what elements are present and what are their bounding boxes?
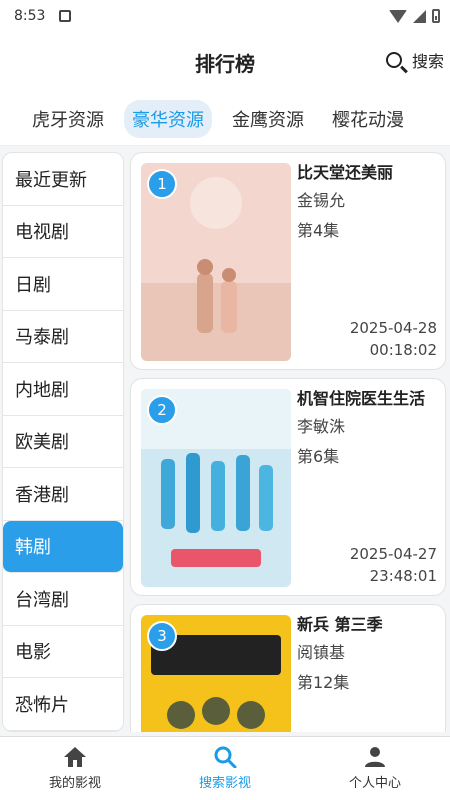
app-header: 排行榜 搜索 xyxy=(0,32,450,92)
search-icon xyxy=(385,52,402,68)
home-icon xyxy=(64,747,86,767)
rank-badge: 1 xyxy=(147,169,177,199)
sidebar-item-taiwan[interactable]: 台湾剧 xyxy=(3,573,123,626)
ranking-list: 1 比天堂还美丽 金锡允 第4集 2025-04-28 00:18:02 2 机… xyxy=(130,152,448,732)
item-episode: 第4集 xyxy=(297,221,340,240)
poster-image: 2 xyxy=(141,389,291,587)
poster-image: 3 xyxy=(141,615,291,732)
item-time: 00:18:02 xyxy=(369,341,437,359)
sidebar-item-recent[interactable]: 最近更新 xyxy=(3,153,123,206)
sidebar-item-horror[interactable]: 恐怖片 xyxy=(3,678,123,731)
item-date: 2025-04-28 xyxy=(349,319,437,337)
tab-source-2[interactable]: 豪华资源 xyxy=(124,99,212,138)
nav-search[interactable]: 搜索影视 xyxy=(150,737,300,800)
item-episode: 第12集 xyxy=(297,673,350,692)
item-actor: 阅镇基 xyxy=(297,643,346,662)
sidebar-item-thai[interactable]: 马泰剧 xyxy=(3,311,123,363)
sidebar-item-western[interactable]: 欧美剧 xyxy=(3,416,123,468)
search-label: 搜索 xyxy=(411,52,444,71)
sidebar-item-korean[interactable]: 韩剧 xyxy=(3,520,123,573)
item-episode: 第6集 xyxy=(297,447,340,466)
wifi-icon xyxy=(389,9,407,23)
item-title: 比天堂还美丽 xyxy=(297,163,394,182)
item-actor: 金锡允 xyxy=(297,191,346,210)
item-actor: 李敏洙 xyxy=(297,417,346,436)
item-time: 23:48:01 xyxy=(369,567,437,585)
notification-icon xyxy=(59,10,72,22)
list-item[interactable]: 2 机智住院医生生活 李敏洙 第6集 2025-04-27 23:48:01 xyxy=(130,378,446,596)
tab-source-1[interactable]: 虎牙资源 xyxy=(24,100,112,138)
list-item[interactable]: 1 比天堂还美丽 金锡允 第4集 2025-04-28 00:18:02 xyxy=(130,152,446,370)
item-date: 2025-04-27 xyxy=(349,545,437,563)
sidebar-item-japan[interactable]: 日剧 xyxy=(3,258,123,311)
search-icon xyxy=(214,746,237,768)
item-title: 机智住院医生生活 xyxy=(297,389,426,408)
sidebar-item-mainland[interactable]: 内地剧 xyxy=(3,363,123,416)
sidebar-item-movie[interactable]: 电影 xyxy=(3,626,123,678)
page-title: 排行榜 xyxy=(195,51,255,76)
poster-image: 1 xyxy=(141,163,291,361)
nav-my-videos[interactable]: 我的影视 xyxy=(0,737,150,800)
item-updated: 2025-04-27 23:48:01 xyxy=(350,543,437,587)
nav-label: 搜索影视 xyxy=(198,776,251,791)
search-button[interactable]: 搜索 xyxy=(385,48,444,72)
bottom-navigation: 我的影视 搜索影视 个人中心 xyxy=(0,736,450,800)
sidebar-item-tv[interactable]: 电视剧 xyxy=(3,206,123,258)
list-item[interactable]: 3 新兵 第三季 阅镇基 第12集 xyxy=(130,604,446,732)
nav-label: 个人中心 xyxy=(348,776,401,791)
rank-badge: 3 xyxy=(147,621,177,651)
status-time: 8:53 xyxy=(14,8,46,24)
sidebar-item-hongkong[interactable]: 香港剧 xyxy=(3,468,123,521)
user-icon xyxy=(365,747,385,767)
source-tabs: 虎牙资源 豪华资源 金鹰资源 樱花动漫 xyxy=(0,92,450,146)
signal-icon xyxy=(413,9,426,23)
status-bar: 8:53 xyxy=(0,0,450,32)
rank-badge: 2 xyxy=(147,395,177,425)
category-sidebar: 最近更新 电视剧 日剧 马泰剧 内地剧 欧美剧 香港剧 韩剧 台湾剧 电影 恐怖… xyxy=(2,152,124,732)
nav-profile[interactable]: 个人中心 xyxy=(300,737,450,800)
tab-source-3[interactable]: 金鹰资源 xyxy=(224,100,312,138)
item-updated: 2025-04-28 00:18:02 xyxy=(350,317,437,361)
tab-source-4[interactable]: 樱花动漫 xyxy=(324,100,412,138)
item-title: 新兵 第三季 xyxy=(297,615,383,634)
nav-label: 我的影视 xyxy=(48,776,101,791)
battery-icon xyxy=(432,9,440,23)
